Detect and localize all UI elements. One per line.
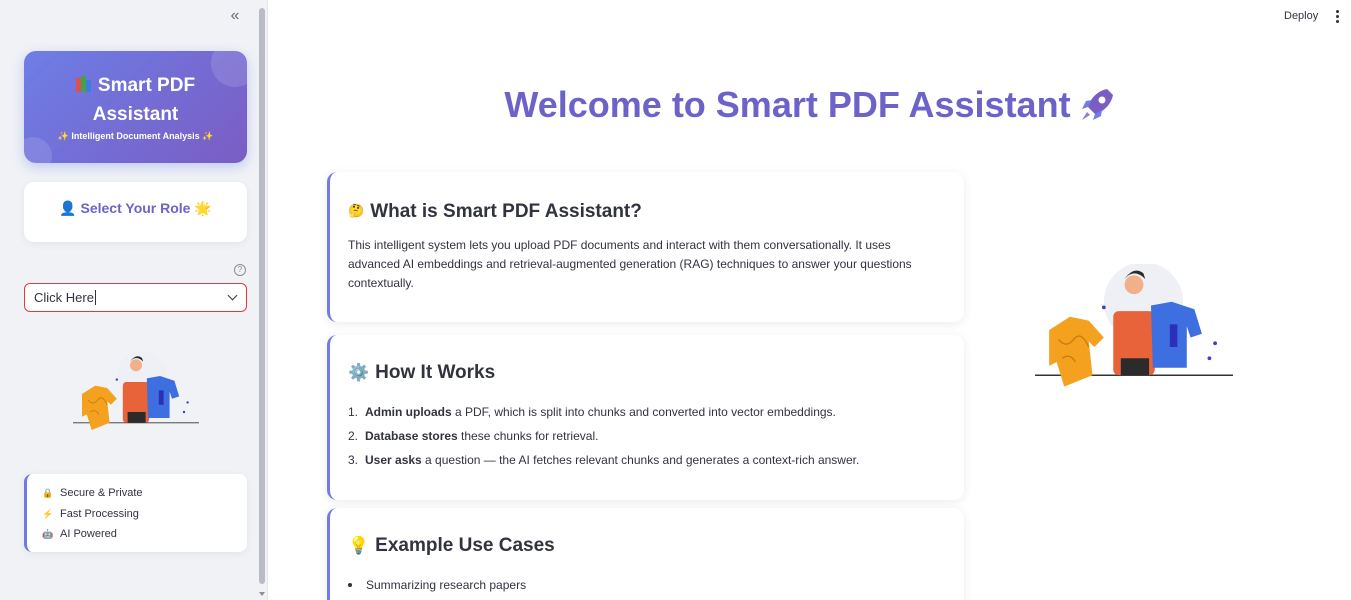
question-circle-icon[interactable]: ? xyxy=(234,264,246,276)
step-number: 3. xyxy=(348,453,359,467)
page-title-text: Welcome to Smart PDF Assistant xyxy=(504,84,1071,125)
example-use-cases-heading-text: Example Use Cases xyxy=(375,535,555,556)
how-it-works-card: ⚙️ How It Works 1. Admin uploads a PDF, wh… xyxy=(327,335,964,500)
feature-item: ⚡ Fast Processing xyxy=(42,508,139,520)
kebab-menu-icon[interactable] xyxy=(1334,10,1342,24)
step-item: 3. User asks a question — the AI fetches … xyxy=(348,448,859,472)
feature-label: AI Powered xyxy=(60,528,117,540)
feature-item: 🤖 AI Powered xyxy=(42,528,117,540)
sidebar-scrollbar-thumb[interactable] xyxy=(259,8,265,584)
text-cursor xyxy=(94,290,96,305)
use-cases-list: Summarizing research papers xyxy=(348,573,526,597)
how-it-works-heading: ⚙️ How It Works xyxy=(348,362,495,384)
what-is-heading-text: What is Smart PDF Assistant? xyxy=(370,201,642,222)
brand-card: Smart PDF Assistant ✨ Intelligent Docume… xyxy=(24,51,247,163)
role-prompt-card: 👤 Select Your Role 🌟 xyxy=(24,182,247,242)
collapse-sidebar-icon[interactable]: « xyxy=(226,6,244,26)
what-is-body: This intelligent system lets you upload … xyxy=(348,238,912,290)
step-bold: Admin uploads xyxy=(365,405,452,419)
step-bold: Database stores xyxy=(365,429,458,443)
brand-title: Smart PDF Assistant xyxy=(24,71,247,129)
robot-icon: 🤖 xyxy=(42,529,54,539)
role-prompt: 👤 Select Your Role 🌟 xyxy=(59,200,212,216)
step-bold: User asks xyxy=(365,453,422,467)
step-item: 1. Admin uploads a PDF, which is split in… xyxy=(348,400,859,424)
what-is-card: 🤔 What is Smart PDF Assistant? This intel… xyxy=(327,172,964,322)
step-text: a question — the AI fetches relevant chu… xyxy=(421,453,860,467)
lock-icon: 🔒 xyxy=(42,488,54,498)
sidebar: « Smart PDF Assistant ✨ Intelligent Docu… xyxy=(0,0,268,600)
brand-title-line1: Smart PDF xyxy=(97,75,196,96)
chevron-down-icon[interactable] xyxy=(227,290,238,301)
role-select-value-wrap: Click Here xyxy=(34,290,96,305)
scroll-down-arrow-icon[interactable] xyxy=(259,592,265,596)
list-item: Summarizing research papers xyxy=(348,573,526,597)
thinking-face-icon: 🤔 xyxy=(348,203,365,218)
step-number: 2. xyxy=(348,429,359,443)
example-use-cases-heading: 💡 Example Use Cases xyxy=(348,535,555,557)
step-text: a PDF, which is split into chunks and co… xyxy=(451,405,836,419)
how-it-works-heading-text: How It Works xyxy=(375,362,496,383)
example-use-cases-card: 💡 Example Use Cases Summarizing research … xyxy=(327,508,964,600)
rocket-icon xyxy=(1081,89,1113,120)
page-title: Welcome to Smart PDF Assistant xyxy=(270,84,1351,126)
step-item: 2. Database stores these chunks for retri… xyxy=(348,424,859,448)
deploy-button[interactable]: Deploy xyxy=(1278,8,1324,24)
brand-title-line2: Assistant xyxy=(92,104,179,125)
feature-label: Fast Processing xyxy=(60,508,139,520)
role-select-value: Click Here xyxy=(34,290,94,305)
use-case-text: Summarizing research papers xyxy=(366,578,527,592)
what-is-heading: 🤔 What is Smart PDF Assistant? xyxy=(348,201,642,223)
feature-item: 🔒 Secure & Private xyxy=(42,487,143,499)
bullet xyxy=(348,582,352,587)
shopping-illustration xyxy=(1035,264,1233,387)
step-number: 1. xyxy=(348,405,359,419)
step-text: these chunks for retrieval. xyxy=(457,429,599,443)
features-card: 🔒 Secure & Private ⚡ Fast Processing 🤖 AI P… xyxy=(24,474,247,552)
brand-subtitle: ✨ Intelligent Document Analysis ✨ xyxy=(57,131,214,141)
books-icon xyxy=(75,76,92,92)
steps-list: 1. Admin uploads a PDF, which is split in… xyxy=(348,400,859,472)
shopping-illustration xyxy=(73,352,199,430)
feature-label: Secure & Private xyxy=(60,487,143,499)
gear-icon: ⚙️ xyxy=(348,363,370,382)
lightning-icon: ⚡ xyxy=(42,509,54,519)
role-select[interactable]: Click Here xyxy=(24,283,247,312)
lightbulb-icon: 💡 xyxy=(348,536,370,555)
